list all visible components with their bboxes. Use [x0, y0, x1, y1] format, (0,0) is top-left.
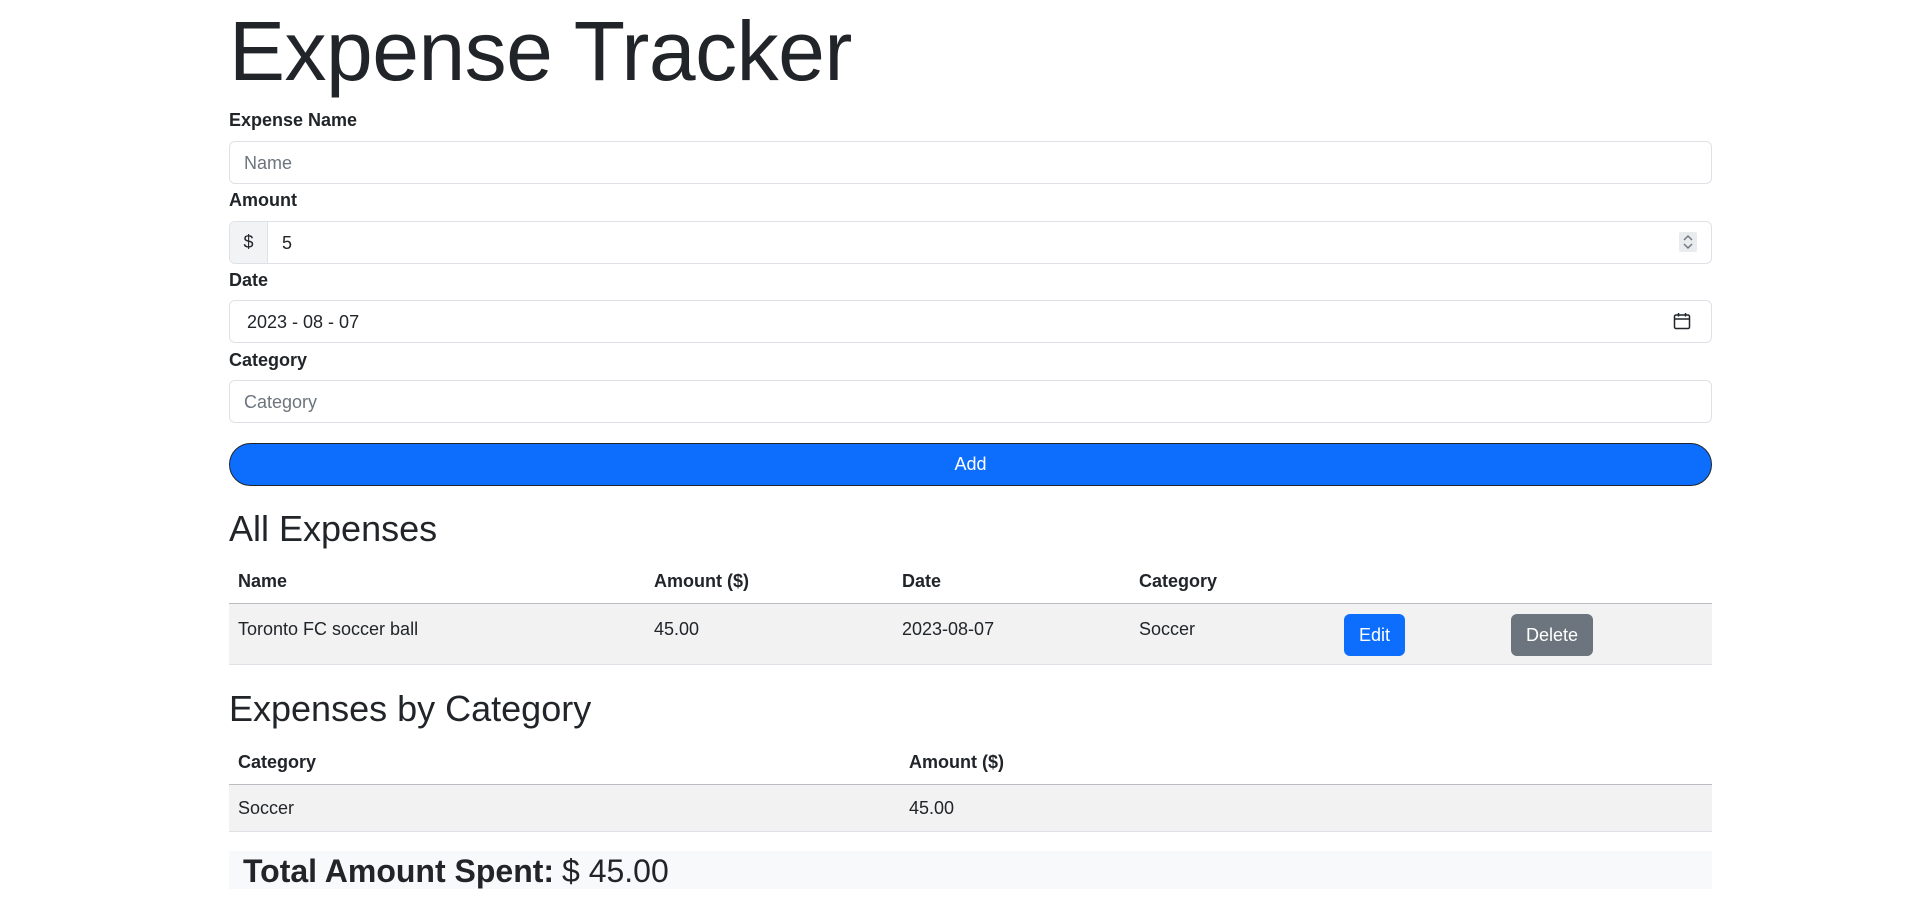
category-label: Category [229, 350, 308, 370]
expense-amount-cell: 45.00 [654, 619, 700, 639]
category-name-cell: Soccer [238, 798, 295, 818]
amount-value: 5 [282, 233, 293, 253]
total-summary: Total Amount Spent: $ 45.00 [229, 851, 1712, 889]
all-expenses-title: All Expenses [229, 508, 438, 549]
column-header-amount: Amount ($) [909, 752, 1004, 772]
column-header-category: Category [238, 752, 317, 772]
table-header: Name Amount ($) Date Category [229, 560, 1712, 604]
category-table: Category Amount ($) Soccer 45.00 [229, 741, 1712, 832]
date-input[interactable]: 2023 - 08 - 07 [229, 300, 1712, 343]
column-header-category: Category [1139, 571, 1218, 591]
expense-name-label: Expense Name [229, 110, 358, 130]
expense-name-cell: Toronto FC soccer ball [238, 619, 419, 639]
column-header-amount: Amount ($) [654, 571, 749, 591]
calendar-icon[interactable] [1673, 312, 1691, 330]
total-label: Total Amount Spent: [243, 853, 555, 889]
expense-category-cell: Soccer [1139, 619, 1196, 639]
all-expenses-table: Name Amount ($) Date Category Toronto FC… [229, 560, 1712, 665]
date-label: Date [229, 270, 269, 290]
page-title: Expense Tracker [229, 4, 852, 98]
delete-button[interactable]: Delete [1511, 614, 1593, 656]
expense-date-cell: 2023-08-07 [902, 619, 995, 639]
table-row: Soccer 45.00 [229, 785, 1712, 832]
category-input[interactable]: Category [229, 380, 1712, 423]
expense-name-input[interactable]: Name [229, 141, 1712, 184]
spinner-arrows-icon[interactable] [1679, 232, 1697, 252]
table-row: Toronto FC soccer ball 45.00 2023-08-07 … [229, 604, 1712, 665]
column-header-date: Date [902, 571, 942, 591]
total-value: $ 45.00 [562, 853, 669, 889]
amount-input[interactable]: $ 5 [229, 221, 1712, 264]
currency-prefix: $ [230, 222, 268, 263]
table-header: Category Amount ($) [229, 741, 1712, 785]
category-placeholder: Category [244, 392, 318, 412]
expenses-by-category-title: Expenses by Category [229, 688, 592, 729]
edit-button[interactable]: Edit [1344, 614, 1405, 656]
add-button[interactable]: Add [229, 443, 1712, 486]
column-header-name: Name [238, 571, 288, 591]
amount-label: Amount [229, 190, 297, 210]
date-value: 2023 - 08 - 07 [247, 312, 360, 332]
expense-name-placeholder: Name [244, 153, 293, 173]
category-amount-cell: 45.00 [909, 798, 955, 818]
